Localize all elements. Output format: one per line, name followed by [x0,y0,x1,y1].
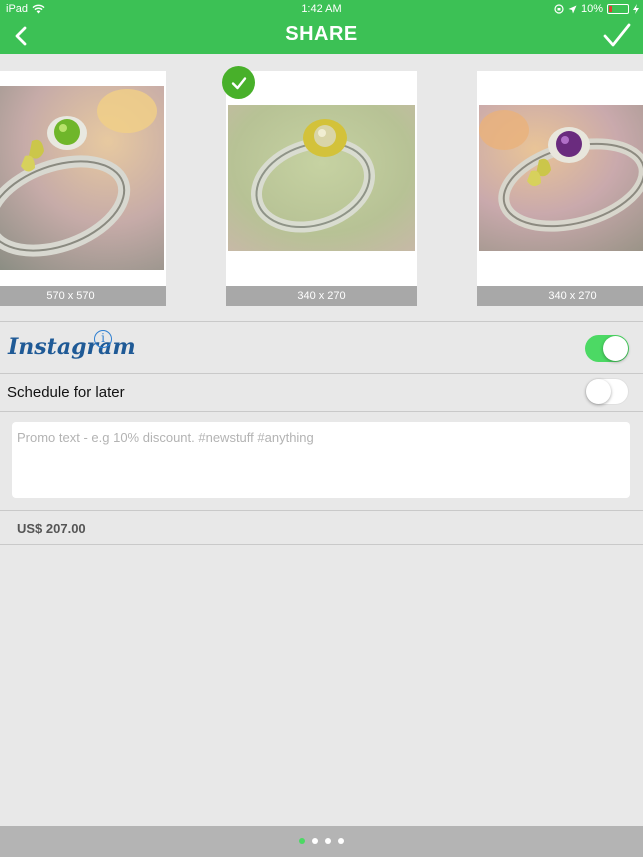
image-card-2[interactable]: 340 x 270 [226,71,417,306]
divider [0,411,643,412]
page-dot-1[interactable] [299,838,305,844]
info-icon[interactable]: i [94,330,112,348]
product-image-yellow-ring [228,105,415,251]
instagram-toggle[interactable] [585,335,629,362]
divider [0,544,643,545]
check-icon [231,76,246,89]
page-title: SHARE [285,23,358,45]
battery-percent: 10% [580,3,603,15]
status-time: 1:42 AM [301,3,342,15]
image-dimensions: 340 x 270 [477,286,643,306]
image-card-3[interactable]: 340 x 270 [477,71,643,306]
schedule-label: Schedule for later [7,384,125,401]
product-image-purple-ring [479,105,643,251]
page-indicator[interactable] [0,838,643,844]
status-right: 10% [554,3,639,15]
image-card-1[interactable]: 570 x 570 [0,71,166,306]
divider [0,510,643,511]
promo-text-input[interactable] [12,422,630,498]
charging-icon [633,4,639,14]
instagram-row: Instagram i [0,322,643,373]
toggle-knob [603,336,628,361]
product-image-green-ring [0,86,164,270]
location-icon [568,5,577,13]
done-button[interactable] [601,20,633,52]
schedule-row: Schedule for later [0,374,643,411]
status-bar: iPad 1:42 AM 10% [0,0,643,18]
selected-badge [222,66,255,99]
schedule-toggle[interactable] [585,378,629,405]
toggle-knob [586,379,611,404]
checkmark-icon [603,23,631,47]
nav-bar: SHARE [0,18,643,54]
image-carousel[interactable]: 570 x 570 340 x 270 340 x 270 [0,54,643,321]
battery-icon [607,4,629,14]
page-dot-3[interactable] [325,838,331,844]
footer-bar [0,826,643,857]
price-label: US$ 207.00 [17,521,86,536]
image-dimensions: 570 x 570 [0,286,166,306]
image-dimensions: 340 x 270 [226,286,417,306]
instagram-logo: Instagram [8,334,136,360]
orientation-lock-icon [554,4,564,14]
page-dot-2[interactable] [312,838,318,844]
page-dot-4[interactable] [338,838,344,844]
